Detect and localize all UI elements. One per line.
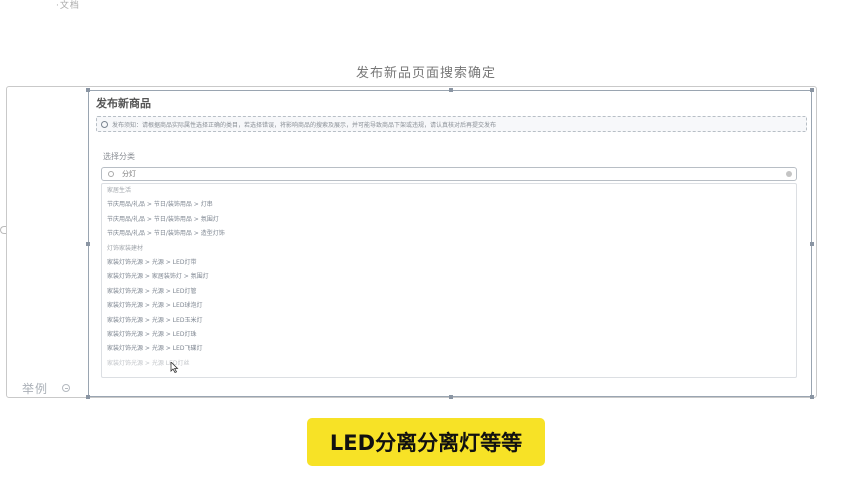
resize-handle-bottom-center[interactable] [449, 395, 453, 399]
dropdown-option[interactable]: 节庆用品/礼品 > 节日/装饰用品 > 造型灯饰 [102, 227, 796, 241]
dropdown-option[interactable]: 家装灯饰光源 > 光源 > LED灯珠 [102, 328, 796, 342]
collapse-icon[interactable] [62, 384, 70, 392]
dropdown-option[interactable]: 家装灯饰光源 > 光源 > LED灯带 [102, 256, 796, 270]
resize-handle-bottom-right[interactable] [810, 395, 814, 399]
resize-handle-middle-left[interactable] [86, 242, 90, 246]
resize-handle-top-left[interactable] [86, 88, 90, 92]
dropdown-list: 家居生活节庆用品/礼品 > 节日/装饰用品 > 灯串 节庆用品/礼品 > 节日/装… [102, 184, 796, 371]
clear-icon[interactable] [786, 171, 792, 177]
top-breadcrumb: ·文档 [56, 1, 80, 11]
example-label: 举例 [22, 382, 49, 396]
notice-text: 发布须知：请根据商品实际属性选择正确的类目，若选择错误，将影响商品的搜索及展示，… [112, 121, 497, 129]
frame-left-handle[interactable] [0, 226, 6, 234]
dropdown-option[interactable]: 家装灯饰光源 > 光源 > LED灯管 [102, 285, 796, 299]
category-dropdown: 家居生活节庆用品/礼品 > 节日/装饰用品 > 灯串 节庆用品/礼品 > 节日/装… [101, 183, 797, 378]
resize-handle-bottom-left[interactable] [86, 395, 90, 399]
dropdown-option[interactable]: 节庆用品/礼品 > 节日/装饰用品 > 灯串 [102, 198, 796, 212]
dropdown-group-header: 灯饰家装建材 [107, 244, 144, 252]
dropdown-option[interactable]: 家装灯饰光源 > 光源 LED灯丝 [102, 357, 796, 371]
dropdown-group-header: 家居生活 [107, 187, 132, 194]
category-label: 选择分类 [103, 152, 135, 161]
dropdown-option[interactable]: 家装灯饰光源 > 光源 > LED飞碟灯 [102, 342, 796, 356]
dropdown-option[interactable]: 节庆用品/礼品 > 节日/装饰用品 > 氛围灯 [102, 213, 796, 227]
dropdown-option[interactable]: 家装灯饰光源 > 光源 > LED玉米灯 [102, 314, 796, 328]
caption-banner: LED分离分离灯等等 [307, 418, 545, 466]
category-search-input[interactable] [122, 170, 242, 178]
resize-handle-top-right[interactable] [810, 88, 814, 92]
dropdown-option[interactable]: 家装灯饰光源 > 家居装饰灯 > 氛围灯 [102, 270, 796, 284]
notice-bar: 发布须知：请根据商品实际属性选择正确的类目，若选择错误，将影响商品的搜索及展示，… [96, 116, 807, 132]
page-header-title: 发布新品页面搜索确定 [355, 66, 496, 81]
shield-icon [101, 120, 108, 128]
resize-handle-middle-right[interactable] [810, 242, 814, 246]
panel-title: 发布新商品 [96, 97, 151, 110]
category-search-box[interactable] [101, 167, 797, 181]
mouse-pointer-icon [170, 362, 179, 373]
search-icon [108, 171, 114, 177]
resize-handle-top-center[interactable] [449, 88, 453, 92]
dropdown-option[interactable]: 家装灯饰光源 > 光源 > LED球泡灯 [102, 299, 796, 313]
